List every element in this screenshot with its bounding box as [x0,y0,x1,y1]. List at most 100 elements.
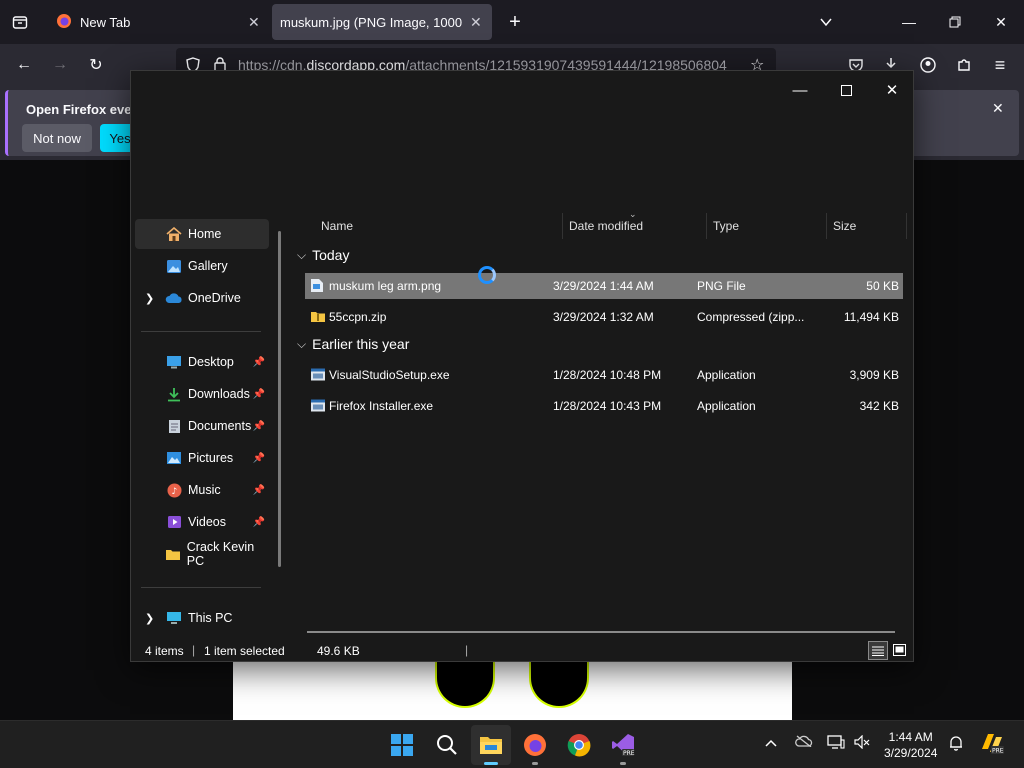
not-now-button[interactable]: Not now [22,124,92,152]
group-header-earlier-this-year[interactable]: ⌵ Earlier this year [297,336,409,352]
horizontal-scrollbar[interactable] [307,631,895,633]
file-row[interactable]: muskum leg arm.png 3/29/2024 1:44 AM PNG… [305,273,903,299]
this-pc-icon [165,610,183,626]
sidebar-item-home[interactable]: Home [135,219,269,249]
close-notification-icon[interactable]: ✕ [992,100,1004,117]
show-hidden-icons-chevron-up-icon[interactable] [765,735,777,750]
restore-icon[interactable] [932,0,978,44]
start-windows-icon[interactable] [382,725,422,765]
sidebar-item-label: Gallery [188,259,228,273]
reload-icon[interactable]: ↻ [81,50,111,80]
sidebar-item-crack-kevin-pc[interactable]: Crack Kevin PC [135,539,269,569]
chevron-down-icon[interactable]: ⌵ [297,337,306,352]
sidebar-item-gallery[interactable]: Gallery [135,251,269,281]
pin-icon[interactable]: 📌 [253,485,265,496]
sidebar-item-label: Downloads [188,387,250,401]
status-bar: 4 items | 1 item selected 49.6 KB | [131,639,913,663]
sort-chevron-icon: ⌄ [629,209,637,219]
hamburger-menu-icon[interactable]: ≡ [985,50,1015,80]
file-open-dialog: — ✕ Home Gallery ❯ OneDrive Desktop 📌 Do… [130,70,914,662]
details-view-icon[interactable] [868,641,888,660]
pin-icon[interactable]: 📌 [253,389,265,400]
navigation-pane: Home Gallery ❯ OneDrive Desktop 📌 Downlo… [131,213,281,633]
firefox-taskbar-icon[interactable] [515,725,555,765]
chevron-down-icon[interactable] [803,0,849,44]
maximize-icon[interactable] [823,75,869,105]
forward-arrow-icon[interactable]: → [45,50,75,80]
minimize-icon[interactable]: — [886,0,932,44]
network-icon[interactable] [827,735,845,752]
file-explorer-taskbar-icon[interactable] [471,725,511,765]
active-indicator [484,762,498,765]
close-tab-icon[interactable]: ✕ [470,14,482,31]
file-list: Name Date modified ⌄ Type Size ⌵ Today m… [289,209,909,633]
png-file-icon [311,279,323,292]
file-row[interactable]: VisualStudioSetup.exe 1/28/2024 10:48 PM… [305,362,903,388]
pin-icon[interactable]: 📌 [253,453,265,464]
tab-new-tab[interactable]: New Tab ✕ [46,4,266,40]
sidebar-item-music[interactable]: ♪ Music 📌 [135,475,269,505]
column-separator[interactable] [562,213,563,239]
chrome-taskbar-icon[interactable] [559,725,599,765]
sidebar-item-videos[interactable]: Videos 📌 [135,507,269,537]
column-separator[interactable] [706,213,707,239]
column-header-size[interactable]: Size [833,219,856,233]
minimize-icon[interactable]: — [777,75,823,105]
pin-icon[interactable]: 📌 [253,517,265,528]
file-date: 1/28/2024 10:48 PM [553,368,662,382]
busy-cursor-icon [478,266,496,284]
group-label: Today [312,247,350,263]
svg-text:PRE: PRE [992,748,1004,755]
sidebar-item-pictures[interactable]: Pictures 📌 [135,443,269,473]
pin-icon[interactable]: 📌 [253,421,265,432]
file-row[interactable]: Firefox Installer.exe 1/28/2024 10:43 PM… [305,393,903,419]
sidebar-item-documents[interactable]: Documents 📌 [135,411,269,441]
back-arrow-icon[interactable]: ← [9,50,39,80]
large-icons-view-icon[interactable] [891,642,907,658]
new-tab-icon[interactable]: + [492,0,538,44]
system-clock[interactable]: 1:44 AM 3/29/2024 [884,729,937,761]
home-icon [165,226,183,242]
group-header-today[interactable]: ⌵ Today [297,247,349,263]
notification-bell-icon[interactable] [948,735,964,754]
sidebar-scrollbar[interactable] [278,231,281,567]
chevron-right-icon[interactable]: ❯ [145,292,154,305]
pin-icon[interactable]: 📌 [253,357,265,368]
close-window-icon[interactable]: ✕ [978,0,1024,44]
downloads-icon [165,386,183,402]
volume-muted-icon[interactable] [854,734,870,752]
file-size: 11,494 KB [843,310,899,324]
column-header-name[interactable]: Name [321,219,353,233]
file-type: Application [697,368,756,382]
column-separator[interactable] [826,213,827,239]
file-type: PNG File [697,279,746,293]
close-dialog-icon[interactable]: ✕ [869,75,915,105]
extensions-icon[interactable] [949,50,979,80]
sidebar-item-this-pc[interactable]: ❯ This PC [135,603,269,633]
sidebar-item-label: Desktop [188,355,234,369]
image-eye-left [435,660,495,708]
tab-title: New Tab [80,14,131,30]
sidebar-item-downloads[interactable]: Downloads 📌 [135,379,269,409]
sidebar-divider [141,331,261,332]
sidebar-item-onedrive[interactable]: ❯ OneDrive [135,283,269,313]
chevron-right-icon[interactable]: ❯ [145,612,154,625]
visual-studio-preview-icon[interactable]: PRE [603,725,643,765]
chevron-down-icon[interactable]: ⌵ [297,248,306,263]
column-header-date-modified[interactable]: Date modified [569,219,643,233]
selection-count: 1 item selected [204,644,285,658]
tab-list-icon[interactable] [0,0,40,44]
column-separator[interactable] [906,213,907,239]
pictures-icon [165,450,183,466]
tab-muskum-image[interactable]: muskum.jpg (PNG Image, 1000 × 10 ✕ [272,4,492,40]
sidebar-item-desktop[interactable]: Desktop 📌 [135,347,269,377]
column-header-type[interactable]: Type [713,219,739,233]
close-tab-icon[interactable]: ✕ [248,14,260,31]
sidebar-divider [141,587,261,588]
onedrive-offline-icon[interactable] [795,735,813,750]
file-row[interactable]: 55ccpn.zip 3/29/2024 1:32 AM Compressed … [305,304,903,330]
copilot-preview-icon[interactable]: PRE [979,731,1005,758]
account-icon[interactable] [913,50,943,80]
selection-size: 49.6 KB [317,644,360,658]
search-icon[interactable] [427,725,467,765]
